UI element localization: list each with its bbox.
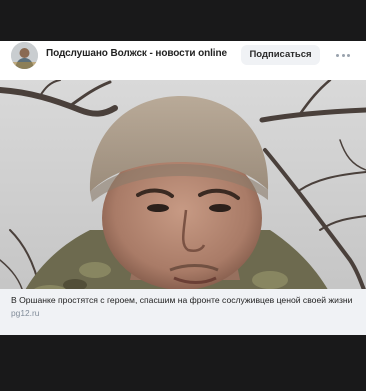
link-source: pg12.ru [11, 308, 40, 318]
group-name[interactable]: Подслушано Волжск - новости online [46, 48, 227, 59]
post-header: Подслушано Волжск - новости online Подпи… [0, 41, 366, 80]
post-card: Подслушано Волжск - новости online Подпи… [0, 41, 366, 335]
link-snippet[interactable]: В Оршанке простятся с героем, спасшим на… [0, 289, 366, 335]
more-horizontal-icon[interactable] [334, 48, 352, 62]
screen: Подслушано Волжск - новости online Подпи… [0, 0, 366, 391]
subscribe-button[interactable]: Подписаться [241, 45, 320, 65]
link-title[interactable]: В Оршанке простятся с героем, спасшим на… [11, 295, 356, 305]
group-avatar-icon[interactable] [11, 42, 38, 69]
